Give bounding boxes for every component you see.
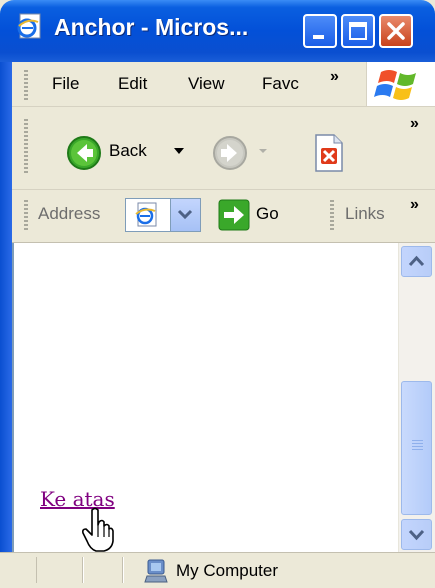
- links-grip[interactable]: [330, 200, 334, 232]
- scroll-down-button[interactable]: [401, 519, 432, 550]
- chevron-down-icon: [177, 209, 193, 220]
- address-dropdown-button[interactable]: [170, 199, 200, 231]
- forward-arrow-icon[interactable]: [212, 135, 248, 171]
- status-zone-text: My Computer: [176, 561, 279, 580]
- links-overflow-chevron[interactable]: »: [410, 196, 419, 214]
- go-arrow-icon[interactable]: [218, 199, 250, 231]
- maximize-icon: [349, 22, 367, 40]
- status-pane-2: [36, 557, 84, 583]
- windows-flag-icon: [374, 70, 416, 100]
- status-pane-1: [0, 557, 37, 583]
- menu-favorites[interactable]: Favc: [262, 74, 299, 94]
- maximize-button[interactable]: [341, 14, 375, 48]
- minimize-button[interactable]: [303, 14, 337, 48]
- menu-edit[interactable]: Edit: [118, 74, 147, 94]
- window-left-border: [0, 62, 12, 587]
- scroll-up-button[interactable]: [401, 246, 432, 277]
- ie-page-icon: [135, 202, 157, 227]
- title-bar[interactable]: Anchor - Micros...: [0, 0, 435, 62]
- toolbar-overflow-chevron[interactable]: »: [410, 115, 419, 133]
- back-arrow-icon[interactable]: [66, 135, 102, 171]
- my-computer-icon: [144, 559, 168, 583]
- links-label[interactable]: Links: [345, 204, 385, 224]
- back-dropdown-icon[interactable]: [173, 147, 185, 155]
- menu-file[interactable]: File: [52, 74, 79, 94]
- window-title: Anchor - Micros...: [54, 14, 249, 40]
- stop-icon[interactable]: [312, 133, 344, 173]
- hand-cursor-icon: [82, 507, 114, 552]
- addressbar-grip[interactable]: [24, 200, 28, 232]
- scroll-thumb-grip: [412, 440, 423, 441]
- vertical-scrollbar[interactable]: [398, 243, 435, 552]
- back-label[interactable]: Back: [109, 141, 147, 161]
- browser-window: Anchor - Micros... File Edit View Favc »: [0, 0, 435, 588]
- ie-page-icon: [17, 13, 41, 39]
- address-label: Address: [38, 204, 101, 223]
- standard-toolbar: Back »: [0, 107, 435, 190]
- close-icon: [387, 22, 405, 40]
- minimize-icon: [313, 35, 324, 39]
- scroll-thumb[interactable]: [401, 381, 432, 515]
- chevron-down-icon: [408, 529, 425, 541]
- address-bar: Address Go Links »: [0, 190, 435, 243]
- go-label[interactable]: Go: [256, 204, 279, 224]
- close-button[interactable]: [379, 14, 413, 48]
- forward-dropdown-icon[interactable]: [258, 148, 268, 154]
- menu-view[interactable]: View: [188, 74, 225, 94]
- windows-logo: [366, 62, 435, 106]
- status-bar: My Computer: [0, 552, 435, 588]
- status-pane-3: [82, 557, 124, 583]
- chevron-up-icon: [408, 255, 425, 267]
- menubar-grip[interactable]: [24, 70, 28, 100]
- menubar-overflow-chevron[interactable]: »: [330, 68, 339, 86]
- toolbar-grip[interactable]: [24, 119, 28, 175]
